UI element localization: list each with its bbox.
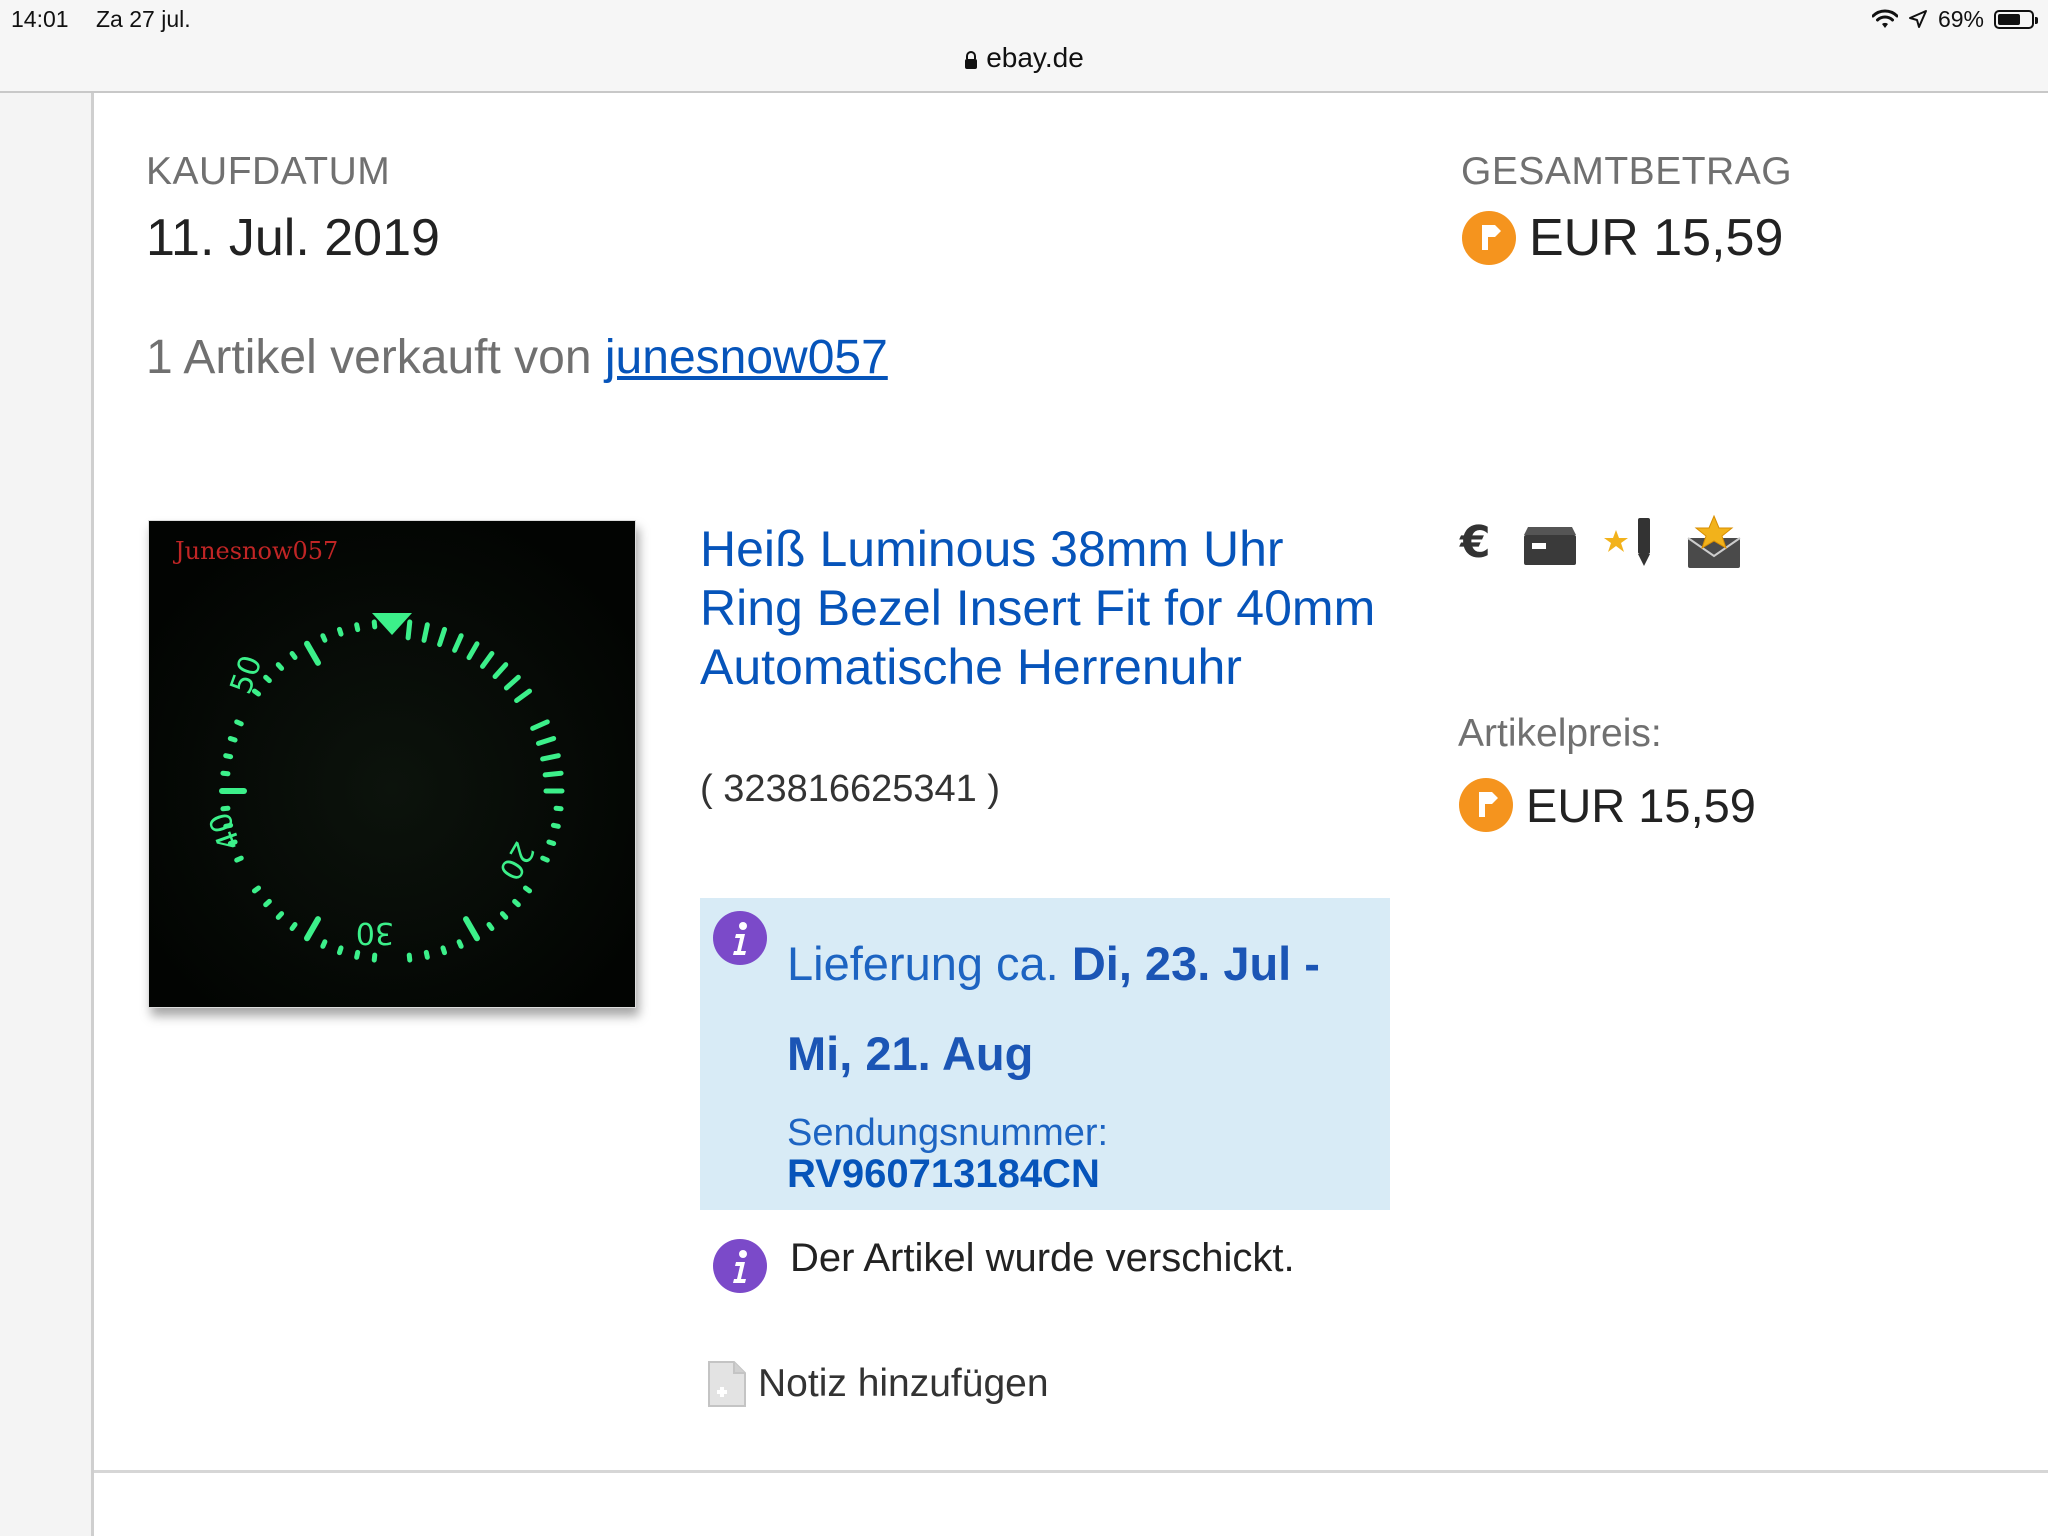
card-divider	[94, 1470, 2048, 1473]
add-note-link[interactable]: Notiz hinzufügen	[706, 1360, 1049, 1408]
star-pencil-feedback-icon[interactable]	[1602, 512, 1662, 572]
svg-text:€: €	[1459, 517, 1491, 567]
shipped-message: Der Artikel wurde verschickt.	[790, 1236, 1295, 1280]
status-time: 14:01	[11, 6, 69, 32]
address-url: ebay.de	[986, 42, 1084, 73]
item-number: ( 323816625341 )	[700, 768, 1001, 810]
bezel-tick	[405, 619, 413, 641]
euro-icon[interactable]: €	[1458, 517, 1498, 567]
purchase-date-label: KAUFDATUM	[146, 150, 391, 193]
bezel-tick	[289, 650, 298, 661]
left-gutter	[0, 93, 94, 1536]
orange-play-payment-icon	[1462, 211, 1516, 265]
item-price-label: Artikelpreis:	[1458, 712, 1662, 755]
address-bar[interactable]: ebay.de	[0, 42, 2048, 74]
bezel-tick	[406, 952, 413, 963]
item-action-icons: €	[1458, 512, 1744, 572]
location-arrow-icon	[1908, 10, 1927, 28]
purchase-date: 11. Jul. 2019	[146, 209, 440, 267]
order-total: EUR 15,59	[1461, 208, 1783, 268]
total-label: GESAMTBETRAG	[1461, 150, 1793, 193]
total-amount: EUR 15,59	[1529, 209, 1784, 267]
bezel-tick	[440, 945, 448, 956]
bezel-tick	[251, 885, 262, 894]
bezel-tick	[220, 805, 231, 812]
battery-icon	[1994, 9, 2038, 29]
bezel-tick	[371, 952, 378, 963]
bezel-tick	[223, 753, 234, 760]
add-note-icon	[708, 1361, 746, 1407]
bezel-tick	[320, 939, 328, 949]
seller-link[interactable]: junesnow057	[605, 331, 888, 384]
bezel-tick	[512, 898, 521, 908]
item-price-amount: EUR 15,59	[1526, 778, 1756, 832]
bezel-tick	[553, 805, 564, 812]
bezel-tick	[263, 674, 272, 684]
bezel-tick	[336, 945, 344, 956]
bezel-tick	[227, 735, 238, 743]
bezel-tick	[499, 911, 509, 920]
seller-prefix: 1 Artikel verkauft von	[146, 331, 605, 384]
bezel-tick	[263, 898, 272, 908]
bezel-tick	[486, 921, 495, 932]
bezel-tick	[220, 770, 231, 777]
bezel-tick	[542, 770, 564, 778]
bezel-tick	[371, 619, 378, 630]
tracking-label: Sendungsnummer:	[787, 1112, 1109, 1154]
bezel-tick	[234, 719, 244, 727]
tracking-number-link[interactable]: RV960713184CN	[787, 1152, 1100, 1197]
product-image[interactable]: Junesnow057 50 40 30 20	[148, 520, 636, 1008]
bezel-tick	[234, 855, 244, 863]
status-indicators: 69%	[1871, 4, 2038, 34]
image-watermark: Junesnow057	[172, 537, 338, 565]
bezel-tick	[421, 622, 430, 643]
battery-fill	[1998, 13, 2021, 25]
delivery-estimate-line-1: Lieferung ca. Di, 23. Jul -	[787, 936, 1320, 991]
delivery-end: Mi, 21. Aug	[787, 1027, 1034, 1080]
bezel-tick	[275, 662, 285, 671]
info-icon	[713, 1239, 767, 1293]
seller-line: 1 Artikel verkauft von junesnow057	[146, 330, 888, 385]
bezel-image: Junesnow057 50 40 30 20	[149, 521, 635, 1007]
star-envelope-icon[interactable]	[1684, 512, 1744, 572]
wifi-icon	[1871, 9, 1898, 28]
bezel-tick	[354, 622, 361, 633]
bezel-tick	[540, 753, 561, 762]
delivery-estimate-line-2: Mi, 21. Aug	[787, 1026, 1033, 1081]
bezel-tick	[522, 885, 533, 894]
bezel-number-30: 30	[356, 915, 394, 950]
bezel-tick	[540, 855, 550, 863]
delivery-info-box: Lieferung ca. Di, 23. Jul - Mi, 21. Aug …	[700, 898, 1390, 1210]
delivery-start: Di, 23. Jul -	[1071, 937, 1320, 990]
bezel-tick	[550, 822, 561, 829]
bezel-tick	[456, 939, 464, 949]
browser-top-bar: 14:01 Za 27 jul. 69% ebay.de	[0, 0, 2048, 93]
bezel-tick	[320, 633, 328, 643]
info-icon	[713, 911, 767, 965]
bezel-tick	[275, 911, 285, 920]
item-price: EUR 15,59	[1458, 777, 1756, 833]
box-icon[interactable]	[1520, 515, 1580, 569]
status-date: Za 27 jul.	[96, 6, 191, 32]
orange-play-payment-icon	[1459, 778, 1513, 832]
battery-percent: 69%	[1937, 5, 1984, 32]
bezel-tick	[289, 921, 298, 932]
bezel-tick	[423, 949, 430, 960]
item-title-link[interactable]: Heiß Luminous 38mm Uhr Ring Bezel Insert…	[700, 520, 1380, 697]
bezel-tick	[546, 839, 557, 847]
bezel-tick	[336, 626, 344, 637]
delivery-prefix: Lieferung ca.	[787, 937, 1072, 990]
lock-icon	[965, 50, 978, 69]
add-note-label: Notiz hinzufügen	[758, 1362, 1049, 1405]
bezel-tick	[354, 949, 361, 960]
